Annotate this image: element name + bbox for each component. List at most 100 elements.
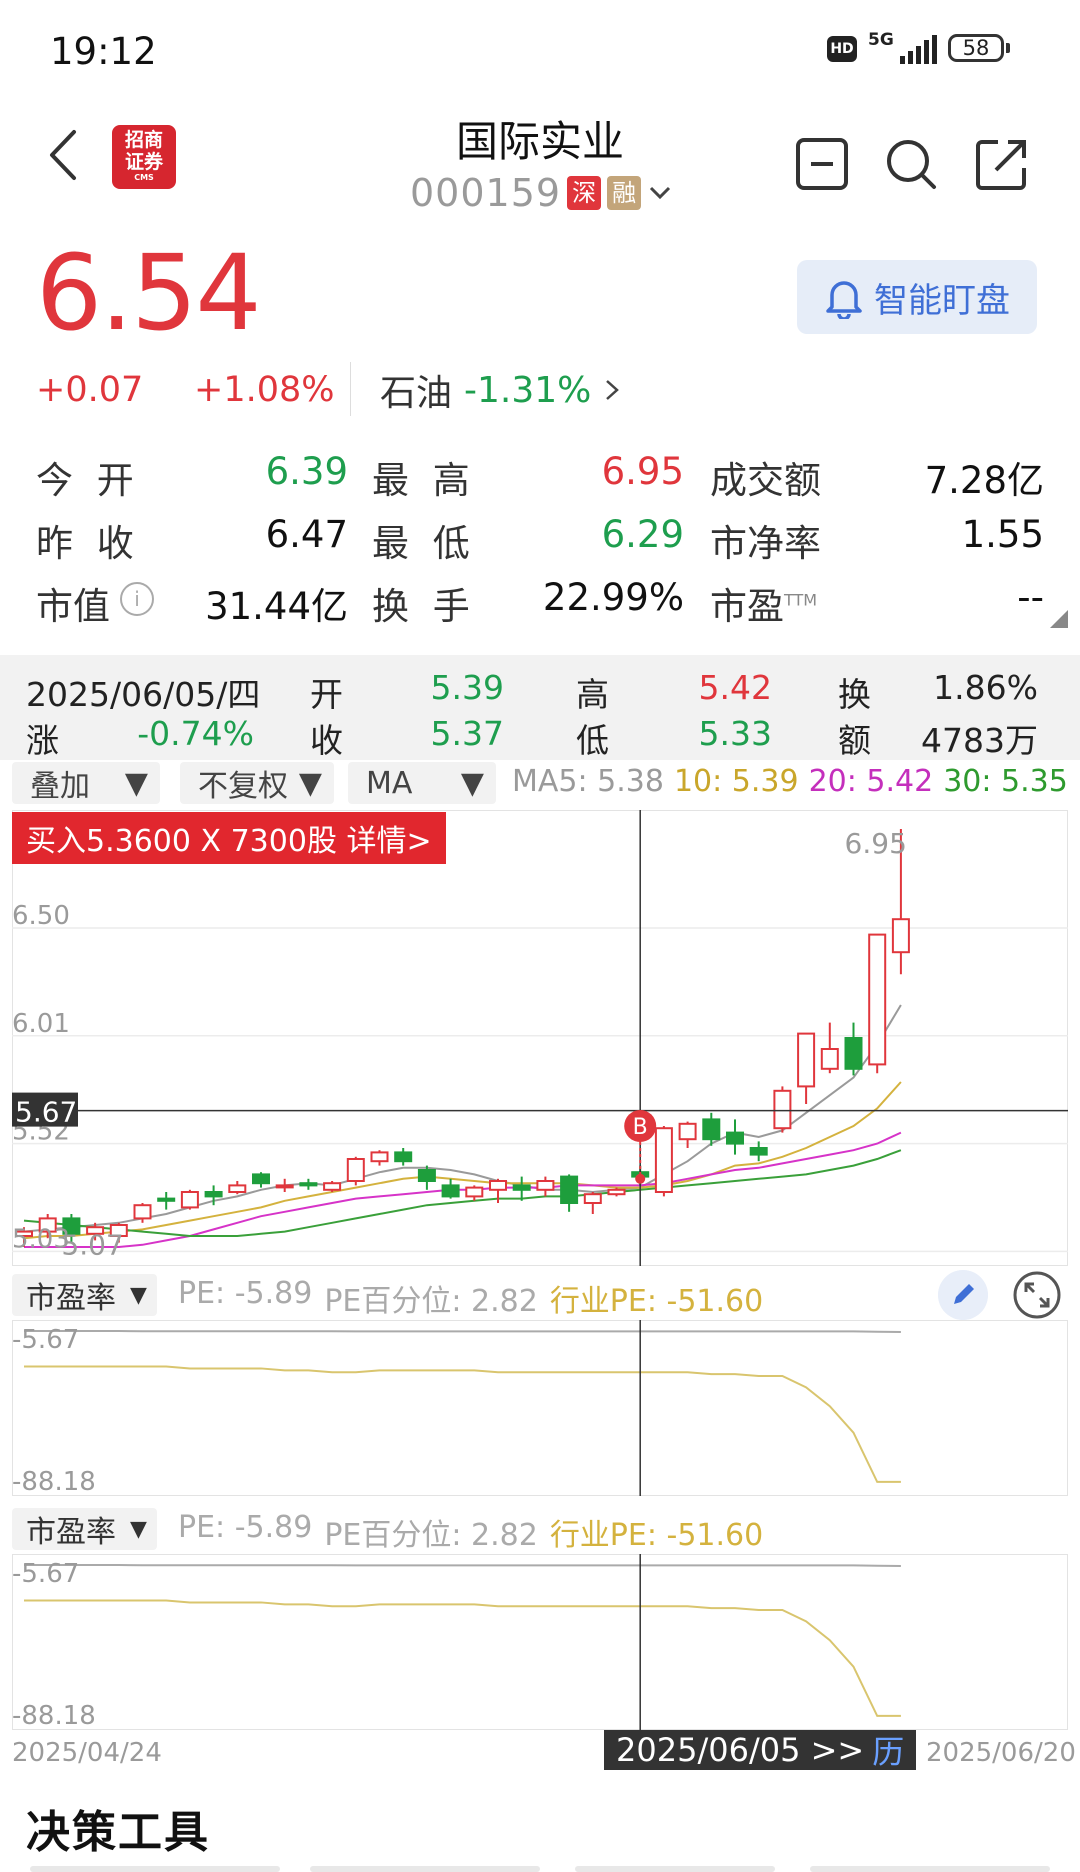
pe-chart-1[interactable]: -5.67 -88.18	[12, 1320, 1068, 1496]
expand-stats-icon[interactable]	[1050, 610, 1068, 628]
candle-up	[346, 1158, 365, 1182]
logo-sub: CMS	[134, 173, 154, 182]
indicator-select[interactable]: MA ▼	[348, 762, 496, 804]
candle-up	[133, 1204, 152, 1220]
overlay-select[interactable]: 叠加 ▼	[12, 762, 160, 804]
open-value: 6.39	[265, 450, 348, 493]
candle-down	[560, 1175, 579, 1205]
edit-button[interactable]	[938, 1270, 988, 1320]
pe-label-text: 市盈	[710, 585, 784, 628]
date-axis-start: 2025/04/24	[12, 1738, 162, 1768]
dropdown-arrow-icon: ▼	[460, 765, 484, 801]
high-value: 6.95	[601, 450, 684, 493]
info-icon[interactable]: i	[120, 582, 154, 616]
candle-up	[489, 1180, 507, 1191]
pe-value: PE: -5.89	[178, 1276, 313, 1311]
pb-value: 1.55	[961, 513, 1044, 556]
candle-up	[820, 1048, 839, 1070]
adjust-label: 不复权	[198, 769, 288, 804]
chevron-down-icon	[650, 186, 671, 200]
minus-box-button[interactable]	[794, 136, 850, 192]
signal-icon	[900, 35, 937, 64]
kline-chart[interactable]: B 6.506.015.525.035.676.955.07	[12, 810, 1068, 1266]
trade-record-banner[interactable]: 买入5.3600 X 7300股 详情>	[12, 812, 446, 864]
decision-tools-title: 决策工具	[26, 1807, 210, 1858]
info-turn-label: 换	[838, 675, 871, 714]
buy-point	[635, 1173, 646, 1184]
ma10-value: 10: 5.39	[673, 764, 799, 799]
candle-down	[394, 1151, 413, 1163]
pe-top-label: -5.67	[12, 1325, 79, 1355]
prev-close-label: 昨 收	[36, 522, 140, 565]
sector-change: -1.31%	[464, 369, 592, 411]
fullscreen-button[interactable]	[1012, 1270, 1062, 1320]
sector-link[interactable]: 石油 -1.31%	[380, 364, 621, 416]
share-button[interactable]	[974, 136, 1030, 192]
industry-pe: 行业PE: -51.60	[549, 1518, 764, 1553]
pe-line	[24, 1564, 901, 1567]
crosshair-date-text: 2025/06/05 >>	[616, 1731, 865, 1769]
info-open: 5.39	[430, 668, 504, 707]
low-label: 最 低	[372, 522, 476, 565]
candle-up	[891, 918, 910, 954]
pe-panel-1-select[interactable]: 市盈率 ▼	[12, 1274, 157, 1316]
battery-icon: 58	[948, 34, 1004, 62]
candle-down	[252, 1173, 270, 1185]
info-low-label: 低	[576, 721, 609, 760]
crosshair-date[interactable]: 2025/06/05 >> 历	[604, 1727, 917, 1773]
low-value: 6.29	[601, 513, 684, 556]
candle-down	[726, 1131, 744, 1145]
candle-up	[180, 1191, 199, 1209]
candle-up	[654, 1127, 673, 1194]
candle-up	[583, 1193, 602, 1205]
ma20-value: 20: 5.42	[808, 764, 934, 799]
history-link[interactable]: 历	[872, 1727, 904, 1773]
status-time: 19:12	[50, 30, 157, 73]
pe-bottom-label: -88.18	[12, 1701, 96, 1730]
candle-down	[299, 1182, 318, 1187]
last-price: 6.54	[36, 232, 262, 354]
mcap-value: 31.44亿	[205, 585, 348, 628]
min-price-label: 5.07	[61, 1229, 123, 1262]
pe-frame	[12, 1320, 1068, 1496]
margin-badge: 融	[607, 176, 642, 210]
ma30-value: 30: 5.35	[943, 764, 1068, 799]
stock-code-selector[interactable]: 000159 深 融	[410, 170, 673, 216]
pe-value: PE: -5.89	[178, 1510, 313, 1545]
cross-price-label: 5.67	[15, 1096, 77, 1129]
amount-value: 7.28亿	[924, 459, 1044, 502]
smart-watch-label: 智能盯盘	[874, 280, 1010, 321]
amount-label: 成交额	[710, 459, 821, 502]
dropdown-arrow-icon: ▼	[298, 765, 322, 801]
candle-down	[441, 1184, 460, 1198]
candle-up	[465, 1186, 484, 1198]
info-high: 5.42	[698, 668, 772, 707]
search-button[interactable]	[883, 136, 939, 192]
pe-panel-2-select[interactable]: 市盈率 ▼	[12, 1508, 157, 1550]
smart-watch-button[interactable]: 智能盯盘	[797, 260, 1037, 334]
prev-close-value: 6.47	[265, 513, 348, 556]
overlay-label: 叠加	[30, 769, 90, 804]
info-low: 5.33	[698, 714, 772, 753]
candle-down	[417, 1169, 436, 1182]
info-chg-label: 涨	[26, 721, 59, 760]
pe-label-ttm: TTM	[784, 590, 818, 610]
info-amt: 4783万	[921, 721, 1038, 760]
info-open-label: 开	[310, 675, 343, 714]
info-chg: -0.74%	[137, 714, 254, 753]
divider	[350, 362, 351, 416]
candle-down	[749, 1147, 768, 1156]
pe-percentile: PE百分位: 2.82	[324, 1518, 538, 1553]
high-label: 最 高	[372, 459, 476, 502]
info-turn: 1.86%	[933, 668, 1038, 707]
adjust-select[interactable]: 不复权 ▼	[180, 762, 334, 804]
candle-up	[275, 1184, 294, 1189]
candle-up	[797, 1032, 816, 1088]
chevron-right-icon	[606, 380, 620, 400]
pe-chart-2[interactable]: -5.67 -88.18	[12, 1554, 1068, 1730]
candle-up	[607, 1188, 626, 1196]
hd-icon: HD	[827, 36, 857, 62]
pe-percentile: PE百分位: 2.82	[324, 1284, 538, 1319]
change-percent: +1.08%	[194, 370, 335, 410]
candle-up	[228, 1184, 247, 1193]
